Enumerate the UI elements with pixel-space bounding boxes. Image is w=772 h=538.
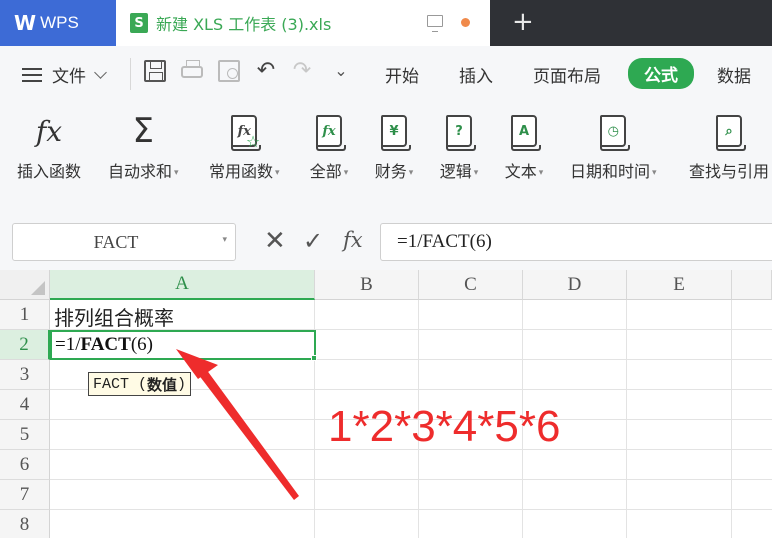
redo-icon[interactable]: ↷: [291, 60, 313, 82]
row-header-1[interactable]: 1: [0, 300, 50, 330]
select-all-corner[interactable]: [0, 270, 50, 300]
ribbon-label: 查找与引用: [689, 162, 770, 181]
ribbon-label: 逻辑 ▾: [439, 162, 479, 181]
formula-text: =1/FACT(6): [397, 231, 492, 252]
finance-button[interactable]: ¥ 财务 ▾: [374, 112, 414, 182]
wps-logo-icon: W: [14, 11, 36, 35]
logic-button[interactable]: ? 逻辑 ▾: [439, 112, 479, 182]
ribbon-label: 文本 ▾: [504, 162, 544, 181]
all-functions-icon: fx: [309, 112, 349, 151]
save-icon[interactable]: [144, 60, 166, 82]
row-header-2[interactable]: 2: [0, 330, 50, 360]
file-menu-button[interactable]: 文件: [22, 62, 107, 87]
common-functions-icon: fx ☆: [224, 112, 264, 151]
wps-home-tab[interactable]: W WPS: [0, 0, 116, 46]
fill-handle[interactable]: [311, 355, 317, 361]
undo-icon[interactable]: ↶: [255, 60, 277, 82]
tooltip-function-name: FACT (: [93, 375, 148, 393]
unsaved-dot-icon: [461, 18, 470, 27]
ribbon-label: 常用函数 ▾: [209, 162, 280, 181]
insert-function-icon: fx: [35, 114, 63, 148]
chevron-down-icon: [94, 65, 107, 79]
column-header-d[interactable]: D: [523, 270, 627, 300]
tooltip-argument[interactable]: 数值: [147, 374, 177, 395]
row-header-4[interactable]: 4: [0, 390, 50, 420]
print-icon[interactable]: [181, 60, 203, 78]
more-dropdown-icon[interactable]: ⌄: [330, 60, 352, 82]
column-header-b[interactable]: B: [315, 270, 419, 300]
datetime-icon: ◷: [593, 112, 633, 151]
monitor-icon[interactable]: [427, 15, 443, 32]
autosum-icon: Σ: [132, 111, 154, 151]
formula-input[interactable]: =1/FACT(6): [380, 223, 772, 261]
tab-formulas[interactable]: 公式: [628, 58, 694, 89]
logic-icon: ?: [439, 112, 479, 151]
column-header-a[interactable]: A: [50, 270, 315, 300]
insert-function-button[interactable]: fx 插入函数: [17, 112, 81, 182]
row-header-7[interactable]: 7: [0, 480, 50, 510]
column-header-c[interactable]: C: [419, 270, 523, 300]
formula-bar: FACT ▾ ✕ ✓ fx =1/FACT(6): [0, 204, 772, 270]
print-preview-icon[interactable]: [218, 60, 240, 82]
cancel-icon[interactable]: ✕: [264, 228, 286, 254]
document-tab[interactable]: S 新建 XLS 工作表 (3).xls: [116, 0, 490, 46]
all-functions-button[interactable]: fx 全部 ▾: [309, 112, 349, 182]
text-icon: A: [504, 112, 544, 151]
ribbon-label: 财务 ▾: [374, 162, 414, 181]
cell-a2-prefix: =1/: [55, 334, 81, 355]
hamburger-icon: [22, 67, 42, 82]
formulas-ribbon: fx 插入函数 Σ 自动求和 ▾ fx ☆ 常用函数 ▾ fx 全部 ▾ ¥ 财务 ▾ …: [0, 102, 772, 204]
column-header-f[interactable]: [732, 270, 772, 300]
column-header-e[interactable]: E: [627, 270, 732, 300]
ribbon-label: 插入函数: [17, 162, 82, 181]
tab-home[interactable]: 开始: [385, 62, 419, 87]
chevron-down-icon[interactable]: ▾: [222, 234, 227, 245]
ribbon-label: 全部 ▾: [309, 162, 349, 181]
title-bar: W WPS S 新建 XLS 工作表 (3).xls +: [0, 0, 772, 46]
cell-a1[interactable]: 排列组合概率: [54, 302, 174, 331]
confirm-check-icon[interactable]: ✓: [303, 228, 323, 254]
lookup-icon: ⌕: [709, 112, 749, 151]
common-functions-button[interactable]: fx ☆ 常用函数 ▾: [209, 112, 280, 182]
datetime-button[interactable]: ◷ 日期和时间 ▾: [570, 112, 657, 182]
wps-tab-label: WPS: [40, 13, 79, 32]
ribbon-label: 自动求和 ▾: [108, 162, 179, 181]
text-button[interactable]: A 文本 ▾: [504, 112, 544, 182]
name-box[interactable]: FACT ▾: [12, 223, 236, 261]
ribbon-label: 日期和时间 ▾: [570, 162, 657, 181]
file-menu-label: 文件: [52, 67, 86, 87]
tab-insert[interactable]: 插入: [459, 62, 493, 87]
finance-icon: ¥: [374, 112, 414, 151]
insert-function-fx-icon[interactable]: fx: [343, 228, 363, 252]
row-header-6[interactable]: 6: [0, 450, 50, 480]
toolbar-divider: [130, 58, 131, 90]
lookup-reference-button[interactable]: ⌕ 查找与引用: [689, 112, 769, 182]
row-header-5[interactable]: 5: [0, 420, 50, 450]
star-icon: ☆: [245, 132, 261, 151]
function-argument-tooltip: FACT (数值): [88, 372, 192, 396]
tab-data[interactable]: 数据: [717, 62, 751, 87]
row-header-8[interactable]: 8: [0, 510, 50, 538]
menu-bar: 文件 ↶ ↷ ⌄ 开始 插入 页面布局 公式 数据: [0, 46, 772, 102]
tab-page-layout[interactable]: 页面布局: [533, 62, 601, 87]
cell-a2-function: FACT: [80, 334, 131, 355]
annotation-text: 1*2*3*4*5*6: [328, 402, 561, 451]
autosum-button[interactable]: Σ 自动求和 ▾: [108, 111, 179, 182]
name-box-value: FACT: [93, 231, 139, 252]
new-tab-plus-icon[interactable]: +: [512, 9, 534, 35]
document-tab-title: 新建 XLS 工作表 (3).xls: [156, 15, 332, 34]
tab-strip-empty: +: [490, 0, 772, 46]
cell-a2-args: (6): [130, 334, 153, 355]
spreadsheet-icon: S: [130, 13, 148, 33]
cell-a2-editing[interactable]: =1/FACT (6): [50, 330, 316, 360]
tooltip-close-paren: ): [177, 375, 187, 393]
row-header-3[interactable]: 3: [0, 360, 50, 390]
